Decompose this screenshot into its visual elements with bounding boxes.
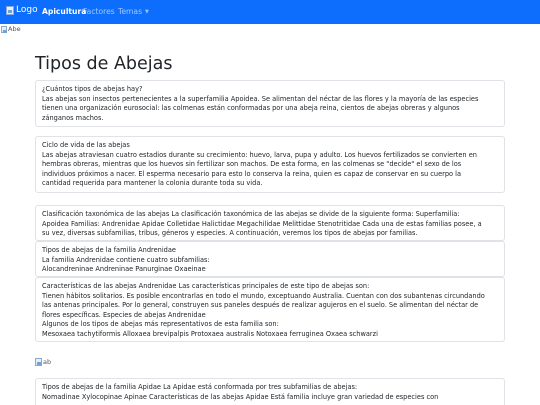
- card-text: su vez, diversas subfamilias, tribus, gé…: [42, 229, 418, 238]
- nav-dropdown-label: Temas: [118, 7, 143, 16]
- card-text: Apoidea Familias: Andrenidae Apidae Coll…: [42, 219, 482, 228]
- nav-link-factores[interactable]: Factores: [83, 7, 115, 16]
- content-card: Clasificación taxonómica de las abejas L…: [35, 205, 505, 241]
- card-text: Las abejas son insectos pertenecientes a…: [42, 94, 479, 103]
- card-text: hembras obreras, mientras que los huevos…: [42, 160, 462, 169]
- hero-image-alt-text: Abe: [8, 25, 21, 33]
- inline-image: ab: [35, 358, 51, 366]
- card-heading: Tipos de abejas de la familia Andrenidae: [42, 246, 176, 254]
- content-card: Tipos de abejas de la familia Apidae La …: [35, 378, 505, 405]
- card-heading: Ciclo de vida de las abejas: [42, 141, 130, 149]
- broken-image-icon: [6, 5, 14, 15]
- logo-image[interactable]: Logo: [6, 5, 38, 15]
- content-card: Tipos de abejas de la familia Andrenidae…: [35, 241, 505, 277]
- card-text: La familia Andrenidae contiene cuatro su…: [42, 255, 210, 264]
- card-text: flores específicas. Especies de abejas A…: [42, 310, 206, 319]
- card-text: las antenas principales. Por lo general,…: [42, 301, 479, 310]
- chevron-down-icon: ▼: [145, 9, 149, 15]
- hero-image: Abe: [1, 25, 21, 33]
- card-text: Alocandreninae Andreninae Panurginae Oxa…: [42, 265, 206, 274]
- logo-alt-text: Logo: [16, 5, 38, 15]
- card-text: Mesoxaea tachytiformis Alloxaea brevipal…: [42, 329, 378, 338]
- card-text: Algunos de los tipos de abejas más repre…: [42, 320, 279, 329]
- broken-image-icon: [35, 358, 42, 366]
- card-text: tienen una organización eurosocial: las …: [42, 104, 460, 113]
- card-text: Características de las abejas Andrenidae…: [42, 282, 370, 290]
- card-text: Las abejas atraviesan cuatro estadios du…: [42, 150, 477, 159]
- content-card: Características de las abejas Andrenidae…: [35, 277, 505, 342]
- card-text: individuos próximos a nacer. El esperma …: [42, 169, 462, 178]
- nav-brand-link[interactable]: Apicultura: [42, 7, 86, 16]
- card-text: Tipos de abejas de la familia Apidae La …: [42, 383, 358, 391]
- content-card: ¿Cuántos tipos de abejas hay? Las abejas…: [35, 80, 505, 127]
- nav-dropdown-temas[interactable]: Temas ▼: [118, 7, 149, 16]
- top-navbar: Logo Apicultura Factores Temas ▼: [0, 0, 540, 24]
- card-heading: ¿Cuántos tipos de abejas hay?: [42, 85, 143, 93]
- card-text: cantidad requerida para mantener la colo…: [42, 179, 263, 188]
- card-text: Nomadinae Xylocopinae Apinae Característ…: [42, 392, 439, 401]
- content-card: Ciclo de vida de las abejas Las abejas a…: [35, 136, 505, 193]
- card-text: zánganos machos.: [42, 113, 104, 122]
- broken-image-icon: [1, 25, 7, 33]
- inline-image-alt-text: ab: [43, 358, 52, 366]
- card-text: Clasificación taxonómica de las abejas L…: [42, 210, 460, 218]
- card-text: Tienen hábitos solitarios. Es posible en…: [42, 291, 485, 300]
- page-title: Tipos de Abejas: [35, 54, 173, 74]
